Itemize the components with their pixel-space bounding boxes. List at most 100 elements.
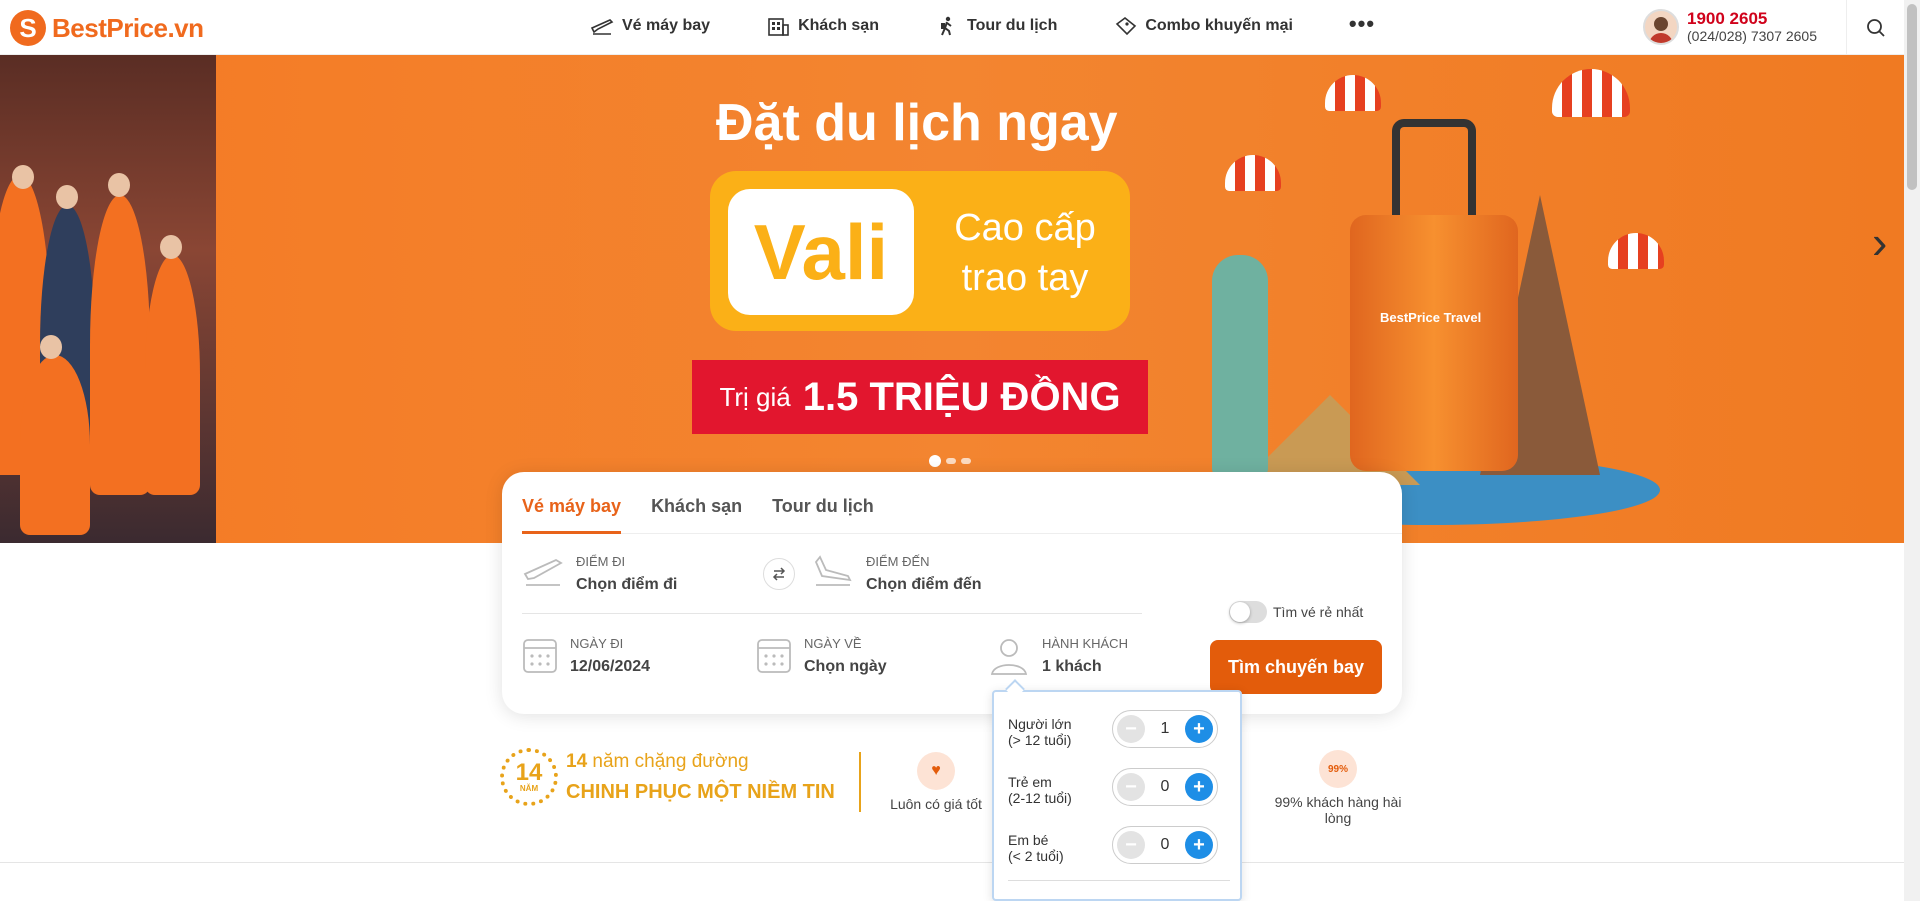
passenger-type: Em bé <box>1008 832 1049 848</box>
section-divider <box>0 862 1904 863</box>
increment-button[interactable]: + <box>1185 715 1213 743</box>
passenger-field[interactable]: Hành khách 1 khách <box>988 636 1128 676</box>
team-head <box>12 165 34 189</box>
suitcase-icon <box>1350 215 1518 471</box>
calendar-icon <box>523 639 557 673</box>
banner-headline: Đặt du lịch ngay <box>716 94 1118 152</box>
infant-stepper: − 0 + <box>1112 826 1218 864</box>
thumbs-up-icon: 99% <box>1319 750 1357 788</box>
nav-item-tours[interactable]: Tour du lịch <box>935 15 1057 37</box>
years-line1: 14 năm chặng đường <box>566 751 835 773</box>
increment-button[interactable]: + <box>1185 773 1213 801</box>
to-field[interactable]: Điểm đến Chọn điểm đến <box>812 554 982 594</box>
slide-dots <box>929 455 971 467</box>
nav-label: Combo khuyến mại <box>1145 17 1293 34</box>
tab-hotels[interactable]: Khách sạn <box>651 472 742 534</box>
decrement-button[interactable]: − <box>1117 773 1145 801</box>
suitcase-handle <box>1392 119 1476 219</box>
team-photo <box>0 55 216 543</box>
tab-tours[interactable]: Tour du lịch <box>772 472 874 534</box>
booking-tabs: Vé máy bay Khách sạn Tour du lịch <box>522 472 1402 534</box>
logo[interactable]: S BestPrice.vn <box>10 10 204 46</box>
from-field[interactable]: Điểm đi Chọn điểm đi <box>522 554 677 594</box>
team-head <box>40 335 62 359</box>
slide-dot[interactable] <box>961 458 971 464</box>
nav-item-flights[interactable]: Vé máy bay <box>590 15 710 37</box>
years-badge-number: 14 <box>515 758 543 786</box>
parachute-icon <box>1325 75 1381 111</box>
return-value: Chọn ngày <box>804 658 887 675</box>
decrement-button[interactable]: − <box>1117 715 1145 743</box>
hero-banner[interactable]: Đặt du lịch ngay Vali Cao cấp trao tay T… <box>0 55 1904 543</box>
booking-card: Vé máy bay Khách sạn Tour du lịch Điểm đ… <box>502 472 1402 714</box>
nav-more-button[interactable]: ••• <box>1349 11 1375 37</box>
cheapest-switch[interactable] <box>1229 601 1267 623</box>
passenger-label: Người lớn (> 12 tuổi) <box>1008 716 1072 748</box>
plane-icon <box>590 19 614 35</box>
depart-label: Ngày đi <box>570 636 624 651</box>
child-stepper: − 0 + <box>1112 768 1218 806</box>
hiker-icon <box>940 16 952 36</box>
hotel-icon <box>768 18 789 36</box>
team-head <box>56 185 78 209</box>
search-flights-button[interactable]: Tìm chuyến bay <box>1210 640 1382 694</box>
to-label: Điểm đến <box>866 554 930 569</box>
adult-stepper: − 1 + <box>1112 710 1218 748</box>
vali-tagline: Cao cấp trao tay <box>935 203 1115 303</box>
cheapest-toggle[interactable]: Tìm vé rẻ nhất <box>1229 601 1363 623</box>
team-person <box>145 255 200 495</box>
scrollbar-thumb[interactable] <box>1907 4 1917 190</box>
vali-line1: Cao cấp <box>954 207 1096 249</box>
header-search-button[interactable] <box>1846 0 1904 55</box>
increment-button[interactable]: + <box>1185 831 1213 859</box>
best-price-item: ♥ Luôn có giá tốt <box>886 752 986 812</box>
team-person <box>90 195 150 495</box>
trust-strip: 14 NĂM 14 năm chặng đường CHINH PHỤC MỘT… <box>0 740 1904 860</box>
swap-button[interactable] <box>763 558 795 590</box>
price-tag-icon: ♥ <box>917 752 955 790</box>
landing-icon <box>814 555 852 586</box>
nav-item-hotels[interactable]: Khách sạn <box>766 15 879 37</box>
price-value: 1.5 TRIỆU ĐỒNG <box>802 374 1121 419</box>
hotline[interactable]: 1900 2605 (024/028) 7307 2605 <box>1643 9 1817 45</box>
passenger-row-adult: Người lớn (> 12 tuổi) − 1 + <box>1008 710 1230 758</box>
depart-date-field[interactable]: Ngày đi 12/06/2024 <box>522 636 650 676</box>
next-slide-arrow[interactable]: › <box>1872 215 1887 269</box>
parachute-icon <box>1225 155 1281 191</box>
passenger-dropdown: Người lớn (> 12 tuổi) − 1 + Trẻ em (2-12… <box>992 690 1242 901</box>
team-person <box>20 355 90 535</box>
depart-value: 12/06/2024 <box>570 658 651 675</box>
field-divider <box>522 613 1142 614</box>
nav-label: Tour du lịch <box>966 17 1058 34</box>
vali-line2: trao tay <box>961 257 1089 299</box>
satisfaction-line2: lòng <box>1324 810 1352 826</box>
return-date-field[interactable]: Ngày về Chọn ngày <box>756 636 887 676</box>
from-value: Chọn điểm đi <box>576 576 678 593</box>
passenger-label: Trẻ em (2-12 tuổi) <box>1008 774 1072 806</box>
return-label: Ngày về <box>804 636 862 651</box>
best-price-label: Luôn có giá tốt <box>890 796 982 812</box>
logo-text: BestPrice.vn <box>52 12 204 43</box>
main-nav: Vé máy bay Khách sạn Tour du lịch Combo … <box>590 11 1375 37</box>
takeoff-icon <box>523 558 563 586</box>
from-label: Điểm đi <box>576 554 626 569</box>
user-icon <box>990 639 1028 675</box>
statue-of-liberty-icon <box>1212 255 1268 475</box>
dropdown-divider <box>1008 880 1230 881</box>
child-count: 0 <box>1160 778 1170 795</box>
slide-dot[interactable] <box>946 458 956 464</box>
page-scrollbar[interactable] <box>1904 0 1920 901</box>
laurel-badge-icon: 14 NĂM <box>500 748 558 806</box>
nav-item-combo[interactable]: Combo khuyến mại <box>1113 15 1293 37</box>
years-badge-group: 14 NĂM 14 năm chặng đường CHINH PHỤC MỘT… <box>500 748 835 806</box>
tab-flights[interactable]: Vé máy bay <box>522 472 622 534</box>
to-value: Chọn điểm đến <box>866 576 982 593</box>
cheapest-label: Tìm vé rẻ nhất <box>1273 604 1364 620</box>
passenger-age: (< 2 tuổi) <box>1008 848 1064 864</box>
slide-dot[interactable] <box>929 455 941 467</box>
decrement-button[interactable]: − <box>1117 831 1145 859</box>
site-header: S BestPrice.vn Vé máy bay Khách sạn Tour… <box>0 0 1904 55</box>
price-prefix: Trị giá <box>719 381 791 412</box>
passenger-row-child: Trẻ em (2-12 tuổi) − 0 + <box>1008 768 1230 816</box>
team-head <box>108 173 130 197</box>
